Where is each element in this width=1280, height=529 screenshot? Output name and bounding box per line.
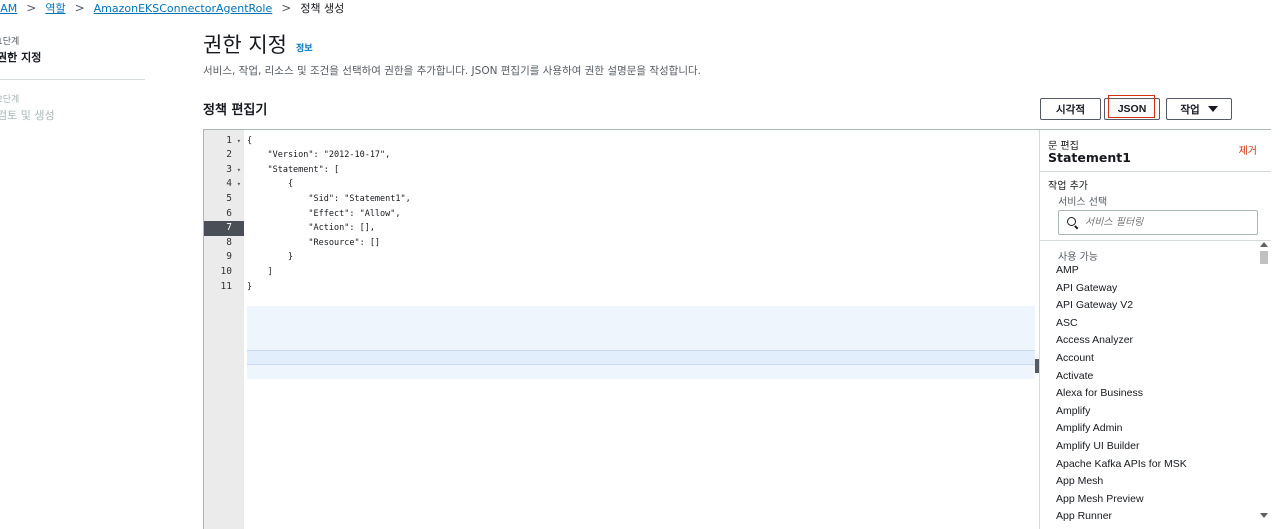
code-line[interactable]: ] — [247, 265, 272, 280]
policy-editor: 1 ▾{2 "Version": "2012-10-17", 3 ▾ "Stateme… — [203, 129, 1271, 529]
service-list-item[interactable]: Amplify UI Builder — [1056, 438, 1256, 456]
line-number: 10 — [204, 265, 244, 280]
fold-arrow-icon[interactable]: ▾ — [237, 177, 241, 192]
code-line[interactable]: { — [247, 134, 252, 149]
caret-down-icon — [1207, 106, 1218, 112]
step-1-title: 권한 지정 — [0, 51, 42, 64]
service-list-item[interactable]: Alexa for Business — [1056, 385, 1256, 403]
line-number: 6 — [204, 207, 244, 222]
line-number: 7 — [204, 221, 244, 236]
service-list: AMP API Gateway API Gateway V2 ASC Access An… — [1056, 262, 1256, 526]
service-list-item[interactable]: Access Analyzer — [1056, 332, 1256, 350]
policy-editor-heading: 정책 편집기 — [203, 103, 268, 118]
service-list-item[interactable]: ASC — [1056, 315, 1256, 333]
service-list-item[interactable]: API Gateway — [1056, 280, 1256, 298]
service-list-item[interactable]: App Mesh Preview — [1056, 491, 1256, 509]
service-list-item[interactable]: Account — [1056, 350, 1256, 368]
service-list-item[interactable]: API Gateway V2 — [1056, 297, 1256, 315]
line-number: 2 — [204, 148, 244, 163]
breadcrumb: IAM > 역할 > AmazonEKSConnectorAgentRole >… — [0, 0, 344, 16]
actions-label: 작업 — [1180, 103, 1200, 116]
scroll-thumb[interactable] — [1260, 251, 1268, 264]
panel-divider — [1040, 240, 1271, 241]
scroll-down-arrow-icon[interactable] — [1260, 513, 1268, 518]
line-number-text: 7 — [226, 222, 232, 234]
line-number: 3 ▾ — [204, 163, 244, 178]
line-number-text: 9 — [226, 251, 232, 263]
breadcrumb-iam[interactable]: IAM — [0, 2, 17, 15]
line-number-text: 5 — [226, 192, 232, 204]
wizard-steps: 1단계 권한 지정 2단계 검토 및 생성 — [0, 34, 145, 123]
step-1-number: 1단계 — [0, 37, 20, 47]
actions-dropdown-button[interactable]: 작업 — [1166, 98, 1232, 120]
chevron-right-icon: > — [281, 1, 292, 15]
scroll-up-arrow-icon[interactable] — [1260, 242, 1268, 247]
info-link[interactable]: 정보 — [296, 41, 313, 54]
code-line[interactable]: { — [247, 177, 293, 192]
code-line[interactable]: "Action": [], — [247, 221, 375, 236]
line-number: 8 — [204, 236, 244, 251]
statement-side-panel: 문 편집 Statement1 제거 작업 추가 서비스 선택 사용 가능 AM… — [1039, 130, 1271, 529]
breadcrumb-role-name[interactable]: AmazonEKSConnectorAgentRole — [94, 2, 273, 15]
service-list-item[interactable]: AMP — [1056, 262, 1256, 280]
line-number: 4 ▾ — [204, 177, 244, 192]
service-filter-input[interactable] — [1085, 217, 1255, 228]
code-line[interactable]: "Resource": [] — [247, 236, 380, 251]
statement-name: Statement1 — [1048, 150, 1131, 165]
line-number: 11 — [204, 280, 244, 295]
step-2-number: 2단계 — [0, 95, 20, 105]
fold-arrow-icon[interactable]: ▾ — [237, 163, 241, 178]
code-line[interactable]: } — [247, 280, 252, 295]
line-number-text: 1 — [226, 134, 232, 146]
line-number: 5 — [204, 192, 244, 207]
service-list-scrollbar[interactable] — [1259, 242, 1269, 529]
service-filter-field[interactable] — [1058, 210, 1258, 235]
step-divider — [0, 79, 145, 80]
service-list-item[interactable]: App Runner — [1056, 508, 1256, 526]
available-services-label: 사용 가능 — [1058, 252, 1098, 263]
step-2-title[interactable]: 검토 및 생성 — [0, 107, 145, 123]
active-line-highlight — [247, 350, 1035, 365]
breadcrumb-roles[interactable]: 역할 — [45, 0, 65, 16]
select-service-label: 서비스 선택 — [1058, 197, 1108, 208]
add-action-label: 작업 추가 — [1048, 181, 1088, 192]
chevron-right-icon: > — [26, 1, 37, 15]
service-list-item[interactable]: Activate — [1056, 368, 1256, 386]
code-line[interactable]: "Version": "2012-10-17", — [247, 148, 390, 163]
breadcrumb-current: 정책 생성 — [300, 2, 345, 15]
visual-editor-button[interactable]: 시각적 — [1040, 98, 1101, 120]
line-number-text: 10 — [220, 265, 232, 277]
json-editor-button[interactable]: JSON — [1104, 98, 1160, 120]
line-number-text: 11 — [220, 280, 232, 292]
page-description: 서비스, 작업, 리소스 및 조건을 선택하여 권한을 추가합니다. JSON … — [203, 65, 701, 77]
service-list-item[interactable]: Amplify — [1056, 403, 1256, 421]
code-line[interactable]: "Statement": [ — [247, 163, 339, 178]
service-list-item[interactable]: Amplify Admin — [1056, 420, 1256, 438]
code-line[interactable]: "Effect": "Allow", — [247, 207, 400, 222]
fold-arrow-icon[interactable]: ▾ — [237, 134, 241, 149]
page-title: 권한 지정 — [203, 33, 287, 57]
line-number: 9 — [204, 250, 244, 265]
code-line[interactable]: "Sid": "Statement1", — [247, 192, 410, 207]
line-number-text: 3 — [226, 163, 232, 175]
selected-block-highlight — [247, 306, 1035, 379]
code-line[interactable]: } — [247, 250, 293, 265]
remove-statement-link[interactable]: 제거 — [1239, 142, 1257, 157]
line-number-text: 4 — [226, 178, 232, 190]
line-number-text: 8 — [226, 236, 232, 248]
service-list-item[interactable]: Apache Kafka APIs for MSK — [1056, 456, 1256, 474]
service-list-item[interactable]: App Mesh — [1056, 473, 1256, 491]
line-number-text: 6 — [226, 207, 232, 219]
line-number: 1 ▾ — [204, 134, 244, 149]
search-icon — [1067, 217, 1078, 228]
chevron-right-icon: > — [74, 1, 85, 15]
line-number-text: 2 — [226, 149, 232, 161]
panel-divider — [1040, 171, 1271, 172]
